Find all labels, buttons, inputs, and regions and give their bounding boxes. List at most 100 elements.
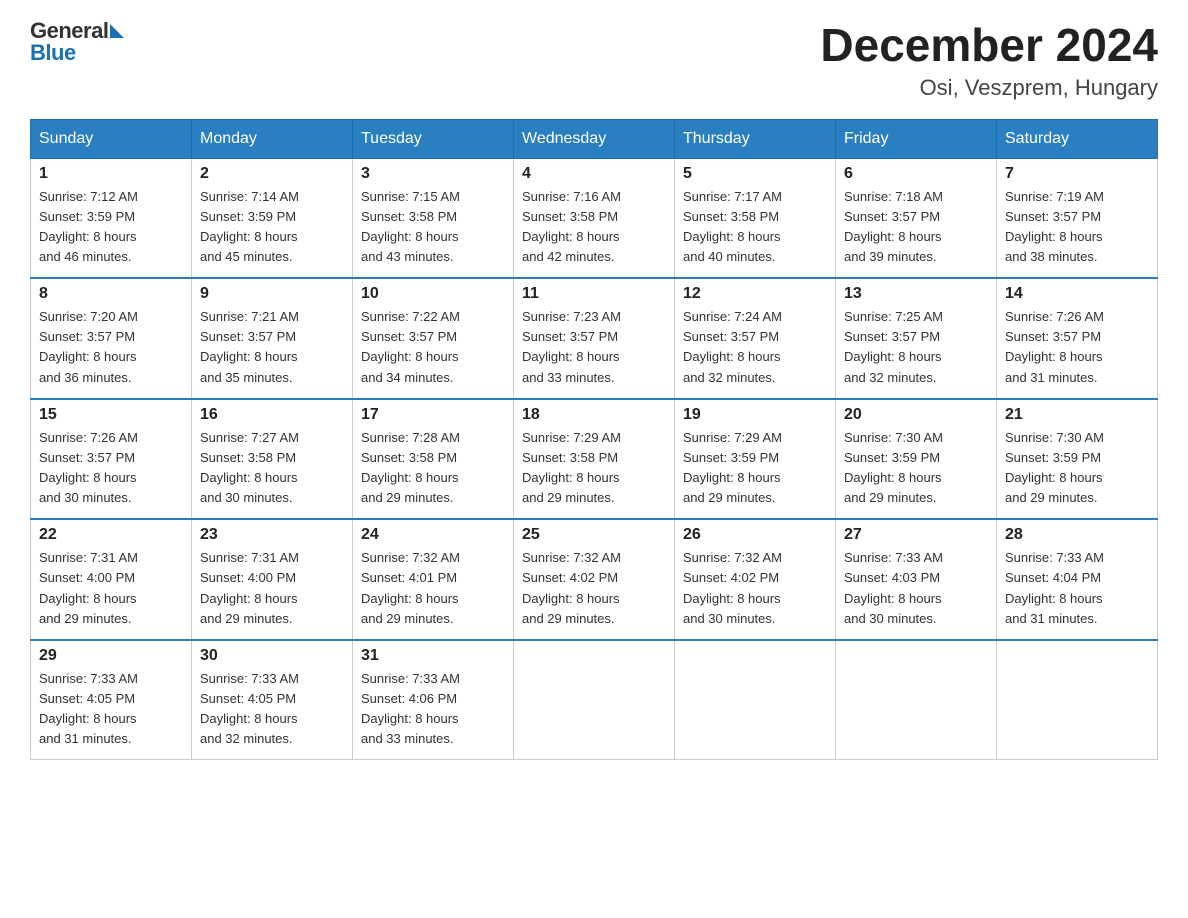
- day-info: Sunrise: 7:32 AMSunset: 4:01 PMDaylight:…: [361, 548, 505, 629]
- weekday-header-monday: Monday: [192, 119, 353, 158]
- calendar-cell: [997, 640, 1158, 760]
- logo-blue-text: Blue: [30, 42, 108, 64]
- day-number: 2: [200, 165, 344, 183]
- weekday-header-row: SundayMondayTuesdayWednesdayThursdayFrid…: [31, 119, 1158, 158]
- day-info: Sunrise: 7:12 AMSunset: 3:59 PMDaylight:…: [39, 187, 183, 268]
- weekday-header-friday: Friday: [836, 119, 997, 158]
- day-number: 19: [683, 406, 827, 424]
- calendar-cell: 7 Sunrise: 7:19 AMSunset: 3:57 PMDaylight…: [997, 158, 1158, 278]
- day-number: 27: [844, 526, 988, 544]
- day-info: Sunrise: 7:33 AMSunset: 4:06 PMDaylight:…: [361, 669, 505, 750]
- calendar-cell: 22 Sunrise: 7:31 AMSunset: 4:00 PMDayligh…: [31, 519, 192, 640]
- weekday-header-wednesday: Wednesday: [514, 119, 675, 158]
- calendar-cell: 18 Sunrise: 7:29 AMSunset: 3:58 PMDayligh…: [514, 399, 675, 520]
- weekday-header-thursday: Thursday: [675, 119, 836, 158]
- day-info: Sunrise: 7:24 AMSunset: 3:57 PMDaylight:…: [683, 307, 827, 388]
- day-info: Sunrise: 7:31 AMSunset: 4:00 PMDaylight:…: [39, 548, 183, 629]
- logo: General Blue: [30, 20, 108, 64]
- day-number: 22: [39, 526, 183, 544]
- logo-icon: General Blue: [30, 20, 108, 64]
- day-number: 5: [683, 165, 827, 183]
- day-number: 17: [361, 406, 505, 424]
- day-number: 10: [361, 285, 505, 303]
- day-number: 15: [39, 406, 183, 424]
- day-number: 6: [844, 165, 988, 183]
- week-row-1: 1 Sunrise: 7:12 AMSunset: 3:59 PMDaylight…: [31, 158, 1158, 278]
- week-row-3: 15 Sunrise: 7:26 AMSunset: 3:57 PMDayligh…: [31, 399, 1158, 520]
- day-info: Sunrise: 7:19 AMSunset: 3:57 PMDaylight:…: [1005, 187, 1149, 268]
- day-info: Sunrise: 7:32 AMSunset: 4:02 PMDaylight:…: [683, 548, 827, 629]
- day-info: Sunrise: 7:18 AMSunset: 3:57 PMDaylight:…: [844, 187, 988, 268]
- day-info: Sunrise: 7:27 AMSunset: 3:58 PMDaylight:…: [200, 428, 344, 509]
- logo-general-text: General: [30, 20, 108, 42]
- day-number: 7: [1005, 165, 1149, 183]
- calendar-cell: 19 Sunrise: 7:29 AMSunset: 3:59 PMDayligh…: [675, 399, 836, 520]
- day-number: 16: [200, 406, 344, 424]
- day-info: Sunrise: 7:25 AMSunset: 3:57 PMDaylight:…: [844, 307, 988, 388]
- calendar-subtitle: Osi, Veszprem, Hungary: [820, 75, 1158, 101]
- day-info: Sunrise: 7:22 AMSunset: 3:57 PMDaylight:…: [361, 307, 505, 388]
- calendar-cell: 26 Sunrise: 7:32 AMSunset: 4:02 PMDayligh…: [675, 519, 836, 640]
- calendar-cell: 13Sunrise: 7:25 AMSunset: 3:57 PMDayligh…: [836, 278, 997, 399]
- day-number: 29: [39, 647, 183, 665]
- day-info: Sunrise: 7:33 AMSunset: 4:03 PMDaylight:…: [844, 548, 988, 629]
- day-info: Sunrise: 7:14 AMSunset: 3:59 PMDaylight:…: [200, 187, 344, 268]
- day-info: Sunrise: 7:33 AMSunset: 4:05 PMDaylight:…: [39, 669, 183, 750]
- day-number: 3: [361, 165, 505, 183]
- week-row-4: 22 Sunrise: 7:31 AMSunset: 4:00 PMDayligh…: [31, 519, 1158, 640]
- day-number: 9: [200, 285, 344, 303]
- calendar-cell: 28Sunrise: 7:33 AMSunset: 4:04 PMDayligh…: [997, 519, 1158, 640]
- day-info: Sunrise: 7:33 AMSunset: 4:04 PMDaylight:…: [1005, 548, 1149, 629]
- calendar-cell: [836, 640, 997, 760]
- day-info: Sunrise: 7:15 AMSunset: 3:58 PMDaylight:…: [361, 187, 505, 268]
- title-section: December 2024 Osi, Veszprem, Hungary: [820, 20, 1158, 101]
- day-number: 24: [361, 526, 505, 544]
- day-info: Sunrise: 7:29 AMSunset: 3:58 PMDaylight:…: [522, 428, 666, 509]
- day-number: 4: [522, 165, 666, 183]
- calendar-cell: 4 Sunrise: 7:16 AMSunset: 3:58 PMDaylight…: [514, 158, 675, 278]
- calendar-title: December 2024: [820, 20, 1158, 71]
- calendar-cell: 20Sunrise: 7:30 AMSunset: 3:59 PMDayligh…: [836, 399, 997, 520]
- day-number: 1: [39, 165, 183, 183]
- page-header: General Blue December 2024 Osi, Veszprem…: [30, 20, 1158, 101]
- day-info: Sunrise: 7:29 AMSunset: 3:59 PMDaylight:…: [683, 428, 827, 509]
- calendar-cell: 2 Sunrise: 7:14 AMSunset: 3:59 PMDaylight…: [192, 158, 353, 278]
- calendar-cell: [675, 640, 836, 760]
- day-number: 18: [522, 406, 666, 424]
- day-number: 14: [1005, 285, 1149, 303]
- day-info: Sunrise: 7:23 AMSunset: 3:57 PMDaylight:…: [522, 307, 666, 388]
- calendar-cell: 21Sunrise: 7:30 AMSunset: 3:59 PMDayligh…: [997, 399, 1158, 520]
- calendar-cell: 9Sunrise: 7:21 AMSunset: 3:57 PMDaylight…: [192, 278, 353, 399]
- day-info: Sunrise: 7:32 AMSunset: 4:02 PMDaylight:…: [522, 548, 666, 629]
- calendar-cell: 12 Sunrise: 7:24 AMSunset: 3:57 PMDayligh…: [675, 278, 836, 399]
- calendar-cell: 14 Sunrise: 7:26 AMSunset: 3:57 PMDayligh…: [997, 278, 1158, 399]
- calendar-cell: 3 Sunrise: 7:15 AMSunset: 3:58 PMDaylight…: [353, 158, 514, 278]
- week-row-5: 29 Sunrise: 7:33 AMSunset: 4:05 PMDayligh…: [31, 640, 1158, 760]
- calendar-cell: 25 Sunrise: 7:32 AMSunset: 4:02 PMDayligh…: [514, 519, 675, 640]
- day-number: 23: [200, 526, 344, 544]
- calendar-table: SundayMondayTuesdayWednesdayThursdayFrid…: [30, 119, 1158, 761]
- calendar-cell: 24 Sunrise: 7:32 AMSunset: 4:01 PMDayligh…: [353, 519, 514, 640]
- day-info: Sunrise: 7:16 AMSunset: 3:58 PMDaylight:…: [522, 187, 666, 268]
- day-info: Sunrise: 7:33 AMSunset: 4:05 PMDaylight:…: [200, 669, 344, 750]
- calendar-cell: 27 Sunrise: 7:33 AMSunset: 4:03 PMDayligh…: [836, 519, 997, 640]
- day-number: 11: [522, 285, 666, 303]
- day-info: Sunrise: 7:26 AMSunset: 3:57 PMDaylight:…: [39, 428, 183, 509]
- calendar-cell: 16 Sunrise: 7:27 AMSunset: 3:58 PMDayligh…: [192, 399, 353, 520]
- day-number: 12: [683, 285, 827, 303]
- day-number: 26: [683, 526, 827, 544]
- weekday-header-saturday: Saturday: [997, 119, 1158, 158]
- day-info: Sunrise: 7:26 AMSunset: 3:57 PMDaylight:…: [1005, 307, 1149, 388]
- calendar-cell: [514, 640, 675, 760]
- day-info: Sunrise: 7:20 AMSunset: 3:57 PMDaylight:…: [39, 307, 183, 388]
- day-number: 25: [522, 526, 666, 544]
- calendar-cell: 11 Sunrise: 7:23 AMSunset: 3:57 PMDayligh…: [514, 278, 675, 399]
- logo-triangle-icon: [110, 24, 124, 38]
- day-number: 21: [1005, 406, 1149, 424]
- calendar-cell: 29 Sunrise: 7:33 AMSunset: 4:05 PMDayligh…: [31, 640, 192, 760]
- day-info: Sunrise: 7:30 AMSunset: 3:59 PMDaylight:…: [844, 428, 988, 509]
- calendar-cell: 10 Sunrise: 7:22 AMSunset: 3:57 PMDayligh…: [353, 278, 514, 399]
- week-row-2: 8Sunrise: 7:20 AMSunset: 3:57 PMDaylight…: [31, 278, 1158, 399]
- day-info: Sunrise: 7:28 AMSunset: 3:58 PMDaylight:…: [361, 428, 505, 509]
- calendar-cell: 17 Sunrise: 7:28 AMSunset: 3:58 PMDayligh…: [353, 399, 514, 520]
